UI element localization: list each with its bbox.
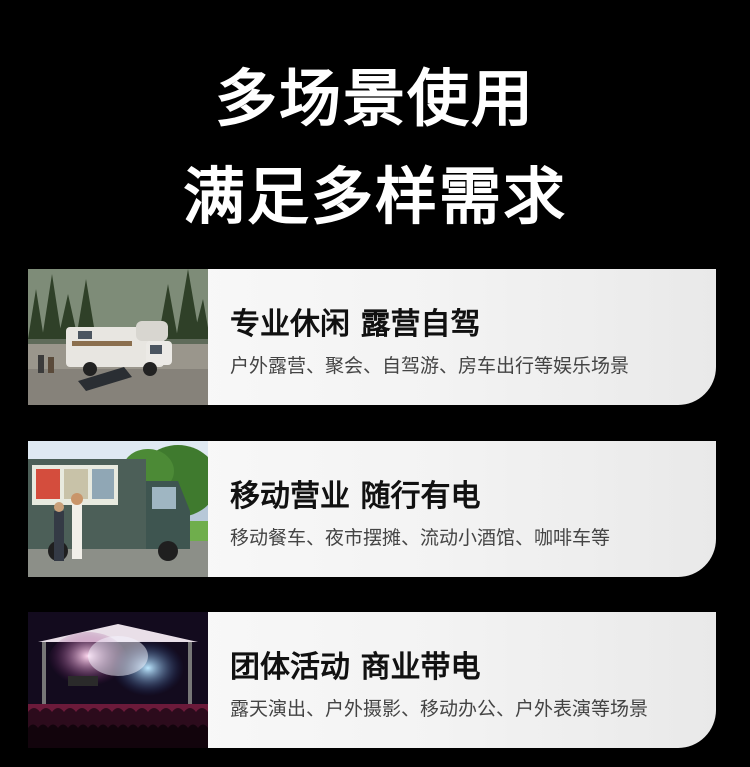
card-title: 专业休闲 露营自驾	[230, 307, 481, 342]
card-subtitle: 户外露营、聚会、自驾游、房车出行等娱乐场景	[230, 355, 630, 377]
concert-stage-photo	[28, 612, 208, 748]
rv-camping-photo	[28, 269, 208, 405]
card-subtitle: 移动餐车、夜市摆摊、流动小酒馆、咖啡车等	[230, 527, 611, 549]
scenario-card-camping: 专业休闲 露营自驾 户外露营、聚会、自驾游、房车出行等娱乐场景	[28, 269, 716, 405]
card-title: 团体活动 商业带电	[230, 650, 481, 685]
headline-line-1: 多场景使用	[214, 62, 535, 135]
headline-line-2: 满足多样需求	[182, 160, 567, 233]
scenario-card-group-events: 团体活动 商业带电 露天演出、户外摄影、移动办公、户外表演等场景	[28, 612, 716, 748]
food-truck-photo	[28, 441, 208, 577]
scenario-card-mobile-business: 移动营业 随行有电 移动餐车、夜市摆摊、流动小酒馆、咖啡车等	[28, 441, 716, 577]
card-title: 移动营业 随行有电	[230, 479, 481, 514]
card-subtitle: 露天演出、户外摄影、移动办公、户外表演等场景	[230, 698, 649, 720]
